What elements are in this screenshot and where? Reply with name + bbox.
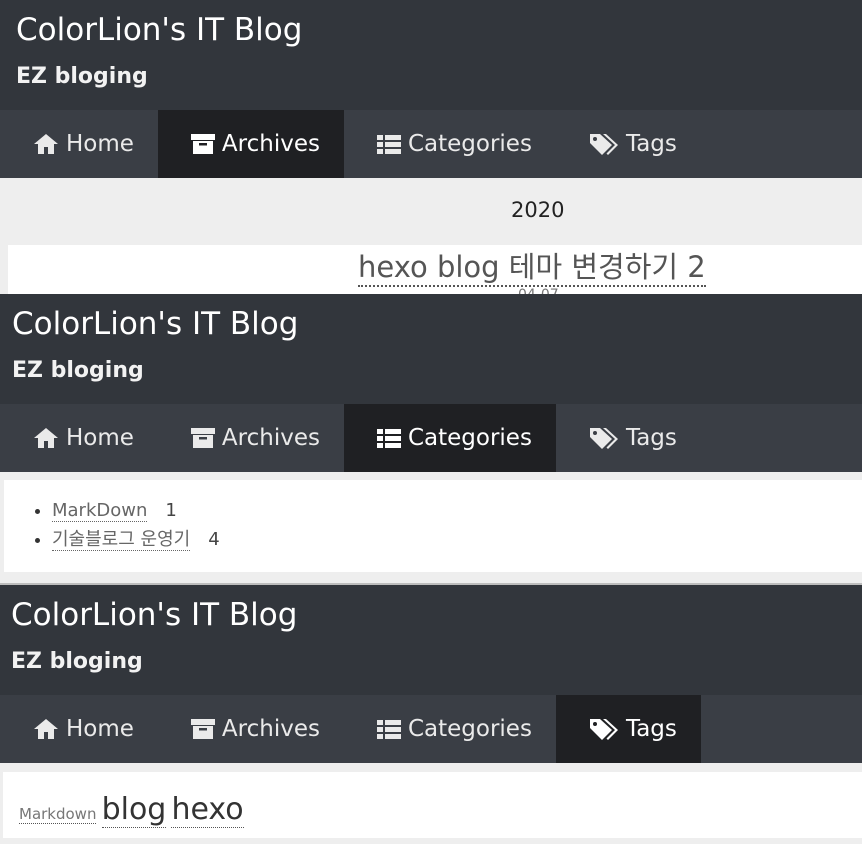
- nav-categories[interactable]: Categories: [343, 404, 556, 472]
- nav-archives-label: Archives: [221, 716, 320, 742]
- nav-home-label: Home: [66, 716, 134, 742]
- archive-box-icon: [190, 719, 215, 739]
- list-item: MarkDown 1: [52, 500, 220, 525]
- post-date: 04-07: [518, 287, 559, 294]
- tag-cloud-card: Markdown blog hexo: [3, 772, 862, 838]
- category-link[interactable]: 기술블로그 운영기: [52, 529, 191, 551]
- nav-archives-label: Archives: [221, 425, 320, 451]
- tags-icon: [589, 428, 618, 449]
- nav-tags[interactable]: Tags: [556, 110, 701, 178]
- tag-link[interactable]: Markdown: [19, 805, 97, 824]
- archive-year: 2020: [511, 198, 565, 222]
- category-list: MarkDown 1 기술블로그 운영기 4: [34, 500, 220, 551]
- nav-home[interactable]: Home: [0, 695, 158, 763]
- archive-post-card: hexo blog 테마 변경하기 2 04-07: [8, 245, 862, 294]
- site-subtitle: EZ bloging: [16, 64, 148, 89]
- site-subtitle: EZ bloging: [11, 649, 143, 674]
- post-title-link[interactable]: hexo blog 테마 변경하기 2: [358, 249, 706, 287]
- nav-archives[interactable]: Archives: [158, 404, 344, 472]
- nav-categories[interactable]: Categories: [344, 110, 556, 178]
- category-list-card: MarkDown 1 기술블로그 운영기 4: [4, 480, 862, 572]
- nav-home[interactable]: Home: [0, 110, 158, 178]
- tags-icon: [589, 719, 618, 740]
- archive-list: 2020 hexo blog 테마 변경하기 2 04-07: [0, 178, 862, 294]
- nav-archives[interactable]: Archives: [158, 695, 344, 763]
- nav-categories-label: Categories: [407, 716, 532, 742]
- archive-box-icon: [190, 134, 215, 154]
- nav-home[interactable]: Home: [0, 404, 158, 472]
- main-nav: Home Archives Categories Tags: [0, 695, 862, 763]
- site-header: ColorLion's IT Blog EZ bloging: [0, 294, 862, 404]
- nav-tags-label: Tags: [625, 716, 677, 742]
- archives-screen: ColorLion's IT Blog EZ bloging Home Arch…: [0, 0, 862, 294]
- nav-categories[interactable]: Categories: [344, 695, 556, 763]
- tag-cloud: Markdown blog hexo: [19, 792, 244, 828]
- category-count: 1: [165, 500, 177, 521]
- nav-tags[interactable]: Tags: [556, 404, 701, 472]
- category-count: 4: [208, 529, 220, 550]
- main-nav: Home Archives Categories Tags: [0, 110, 862, 178]
- list-icon: [376, 720, 401, 739]
- list-item: 기술블로그 운영기 4: [52, 525, 220, 551]
- tags-icon: [589, 134, 618, 155]
- category-link[interactable]: MarkDown: [52, 500, 148, 522]
- tag-link[interactable]: blog: [101, 792, 167, 828]
- list-icon: [376, 429, 401, 448]
- site-subtitle: EZ bloging: [12, 358, 144, 383]
- archive-box-icon: [190, 428, 215, 448]
- site-title[interactable]: ColorLion's IT Blog: [11, 597, 297, 633]
- nav-home-label: Home: [66, 131, 134, 157]
- nav-archives-label: Archives: [221, 131, 320, 157]
- home-icon: [34, 134, 58, 154]
- categories-screen: ColorLion's IT Blog EZ bloging Home Arch…: [0, 294, 862, 583]
- nav-tags[interactable]: Tags: [555, 695, 701, 763]
- nav-tags-label: Tags: [625, 425, 677, 451]
- main-nav: Home Archives Categories Tags: [0, 404, 862, 472]
- site-header: ColorLion's IT Blog EZ bloging: [0, 0, 862, 110]
- tags-screen: ColorLion's IT Blog EZ bloging Home Arch…: [0, 583, 862, 844]
- nav-categories-label: Categories: [407, 131, 532, 157]
- nav-archives[interactable]: Archives: [157, 110, 344, 178]
- home-icon: [34, 428, 58, 448]
- nav-tags-label: Tags: [625, 131, 677, 157]
- site-header: ColorLion's IT Blog EZ bloging: [0, 585, 862, 695]
- tag-link[interactable]: hexo: [171, 792, 244, 828]
- site-title[interactable]: ColorLion's IT Blog: [16, 12, 302, 48]
- nav-home-label: Home: [66, 425, 134, 451]
- home-icon: [34, 719, 58, 739]
- list-icon: [376, 135, 401, 154]
- nav-categories-label: Categories: [407, 425, 532, 451]
- site-title[interactable]: ColorLion's IT Blog: [12, 306, 298, 342]
